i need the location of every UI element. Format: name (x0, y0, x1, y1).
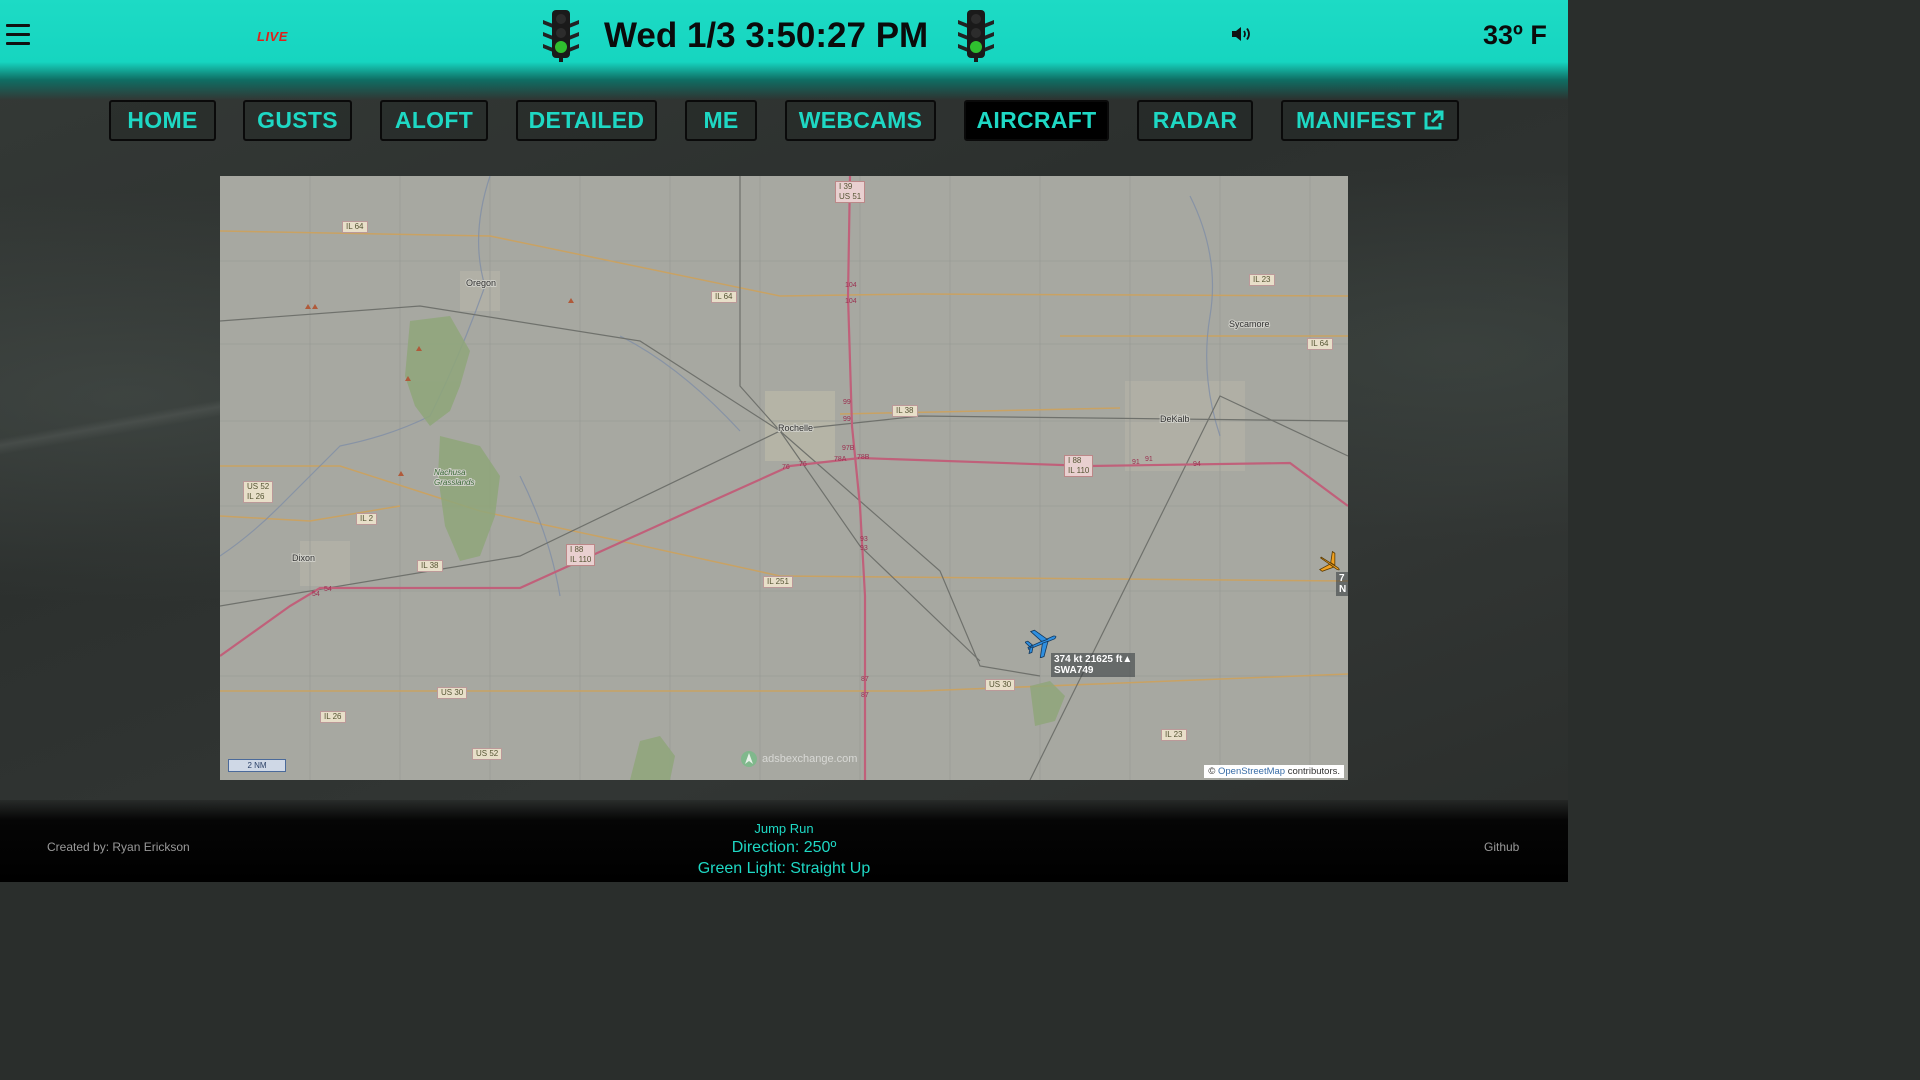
shield-il251: IL 251 (763, 576, 793, 588)
shield-us52: US 52 IL 26 (243, 481, 274, 503)
map-attribution: © OpenStreetMap contributors. (1204, 765, 1344, 778)
aircraft-label[interactable]: 7 N (1336, 572, 1348, 596)
aircraft-label[interactable]: 374 kt 21625 ft▲ SWA749 (1051, 653, 1136, 677)
exit-label: 87 (861, 692, 869, 699)
aircraft-callsign: N (1339, 584, 1347, 595)
exit-label: 54 (324, 586, 332, 593)
shield-il2: IL 2 (356, 513, 378, 525)
map-scale: 2 NM (228, 759, 286, 772)
exit-label: 87 (861, 676, 869, 683)
place-sycamore: Sycamore (1229, 319, 1270, 329)
shield-il23: IL 23 (1249, 274, 1275, 286)
shield-i88: I 88 IL 110 (566, 544, 596, 566)
github-link[interactable]: Github (1484, 840, 1519, 854)
aircraft-map[interactable]: Oregon Sycamore DeKalb Rochelle Dixon Na… (220, 176, 1348, 780)
exit-label: 78A (834, 456, 847, 463)
place-dekalb: DeKalb (1160, 414, 1190, 424)
exit-label: 91 (1132, 459, 1140, 466)
exit-label: 94 (1193, 461, 1201, 468)
map-base-layer: Oregon Sycamore DeKalb Rochelle Dixon Na… (220, 176, 1348, 780)
external-link-icon (1424, 110, 1444, 129)
jump-run-title: Jump Run (754, 821, 814, 836)
exit-label: 97B (842, 445, 855, 452)
shield-il38: IL 38 (892, 405, 918, 417)
place-dixon: Dixon (292, 553, 315, 563)
exit-label: 104 (845, 282, 857, 289)
menu-icon[interactable] (6, 24, 30, 46)
shield-i88: I 88 IL 110 (1064, 455, 1094, 477)
nav-manifest-button[interactable]: MANIFEST (1281, 100, 1459, 141)
exit-label: 99 (843, 416, 851, 423)
adsb-watermark-text: adsbexchange.com (762, 753, 858, 765)
shield-il64: IL 64 (342, 221, 368, 233)
nav-manifest-label: MANIFEST (1296, 107, 1416, 133)
place-oregon: Oregon (466, 278, 496, 288)
nav-gusts-button[interactable]: GUSTS (243, 100, 352, 141)
shield-il64: IL 64 (1307, 338, 1333, 350)
shield-i39: I 39 US 51 (835, 181, 866, 203)
nav-me-button[interactable]: ME (685, 100, 757, 141)
shield-us30: US 30 (437, 687, 468, 699)
nav-aloft-button[interactable]: ALOFT (380, 100, 488, 141)
speaker-icon[interactable] (1230, 24, 1254, 44)
shield-us52: US 52 (472, 748, 503, 760)
shield-il23: IL 23 (1161, 729, 1187, 741)
exit-label: 99 (843, 399, 851, 406)
exit-label: 54 (312, 591, 320, 598)
exit-label: 93 (860, 536, 868, 543)
jump-run-direction: Direction: 250º (731, 839, 837, 856)
shield-il38: IL 38 (417, 560, 443, 572)
datetime-display: Wed 1/3 3:50:27 PM (604, 16, 929, 55)
place-rochelle: Rochelle (778, 423, 813, 433)
attribution-prefix: © (1208, 766, 1216, 777)
nav-webcams-button[interactable]: WEBCAMS (785, 100, 936, 141)
temperature-display: 33º F (1483, 20, 1547, 50)
exit-label: 76 (782, 464, 790, 471)
adsb-logo-icon (741, 751, 757, 767)
exit-label: 104 (845, 298, 857, 305)
attribution-suffix: contributors. (1287, 766, 1340, 777)
aircraft-speed-altitude: 7 (1339, 573, 1345, 584)
adsb-watermark: adsbexchange.com (740, 750, 857, 768)
exit-label: 78B (857, 454, 870, 461)
jump-run-green-light: Green Light: Straight Up (697, 860, 871, 877)
osm-link[interactable]: OpenStreetMap (1218, 766, 1285, 777)
nav-home-button[interactable]: HOME (109, 100, 216, 141)
traffic-light-icon (958, 10, 994, 62)
shield-us30: US 30 (985, 679, 1016, 691)
exit-label: 91 (1145, 456, 1153, 463)
aircraft-speed-altitude: 374 kt 21625 ft▲ (1054, 654, 1133, 665)
nav-radar-button[interactable]: RADAR (1137, 100, 1253, 141)
main-nav: HOME GUSTS ALOFT DETAILED ME WEBCAMS AIR… (0, 100, 1568, 143)
nav-aircraft-button[interactable]: AIRCRAFT (964, 100, 1109, 141)
nav-detailed-button[interactable]: DETAILED (516, 100, 657, 141)
exit-label: 76 (799, 461, 807, 468)
exit-label: 93 (860, 545, 868, 552)
shield-il26: IL 26 (320, 711, 346, 723)
top-bar: LIVE Wed 1/3 3:50:27 PM 33º F (0, 0, 1568, 100)
traffic-light-icon (543, 10, 579, 62)
aircraft-callsign: SWA749 (1054, 665, 1094, 676)
live-badge: LIVE (257, 29, 288, 44)
shield-il64: IL 64 (711, 291, 737, 303)
